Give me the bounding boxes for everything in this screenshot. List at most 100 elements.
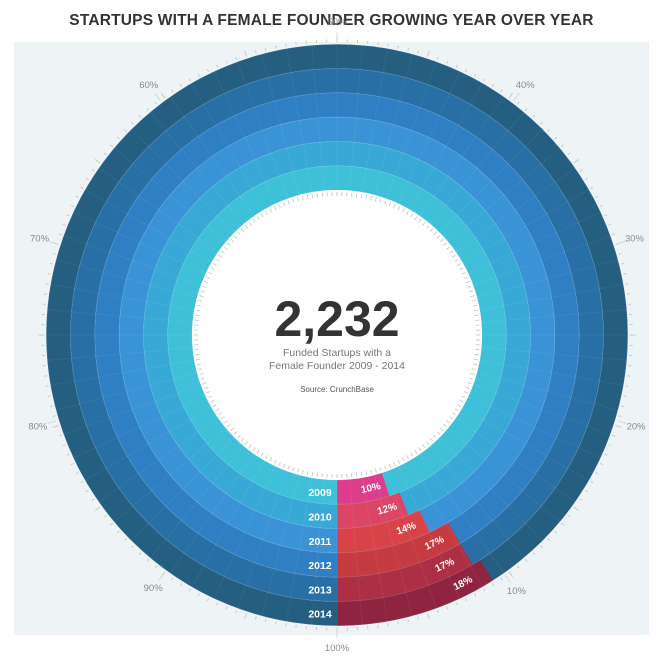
outer-tick (625, 283, 629, 285)
inner-tick (355, 472, 358, 477)
outer-tick (579, 169, 583, 172)
year-label-2013: 2013 (308, 584, 332, 596)
outer-tick (161, 93, 166, 99)
outer-tick (265, 619, 267, 623)
outer-tick (206, 597, 210, 602)
outer-tick (110, 522, 113, 526)
outer-tick (80, 186, 84, 189)
outer-tick (66, 214, 70, 217)
center-big-number: 2,232 (274, 291, 399, 347)
outer-tick (52, 425, 59, 428)
outer-tick (123, 129, 127, 132)
outer-tick (491, 83, 495, 87)
outer-tick (612, 434, 616, 437)
outer-tick (608, 444, 612, 447)
outer-tick (417, 616, 419, 620)
inner-tick (195, 353, 200, 356)
outer-tick (62, 223, 66, 226)
scale-label-90: 90% (144, 583, 164, 594)
outer-tick (567, 152, 571, 156)
outer-tick (235, 56, 238, 60)
scale-label-70: 70% (30, 233, 50, 244)
outer-tick (516, 101, 520, 105)
outer-tick (387, 43, 389, 47)
outer-tick (116, 136, 120, 140)
outer-tick (91, 169, 95, 172)
outer-tick (52, 415, 56, 417)
scale-leader-80 (47, 420, 57, 424)
outer-tick (608, 223, 612, 226)
outer-tick (154, 101, 158, 105)
outer-tick (285, 623, 287, 627)
scale-leader-70 (48, 241, 58, 245)
scale-leader-20 (617, 420, 627, 424)
outer-tick (123, 538, 127, 541)
outer-tick (75, 195, 79, 198)
outer-tick (52, 253, 56, 255)
outer-tick (407, 47, 409, 51)
outer-tick (244, 50, 247, 57)
outer-tick (407, 619, 409, 623)
outer-tick (45, 283, 49, 285)
outer-tick (427, 50, 430, 57)
center-source: Source: CrunchBase (300, 385, 374, 394)
outer-tick (599, 204, 604, 208)
outer-tick (235, 610, 238, 614)
outer-tick (255, 616, 257, 620)
scale-label-60: 60% (139, 80, 159, 91)
outer-tick (255, 50, 257, 54)
outer-tick (540, 121, 543, 125)
center-subtitle-line2: Female Founder 2009 - 2014 (269, 360, 405, 372)
outer-tick (66, 453, 70, 456)
outer-tick (47, 395, 51, 397)
outer-tick (171, 577, 174, 581)
outer-tick (599, 462, 604, 466)
outer-tick (446, 606, 449, 610)
outer-tick (464, 68, 468, 73)
outer-tick (179, 583, 183, 587)
outer-tick (604, 453, 608, 456)
outer-tick (131, 121, 134, 125)
outer-tick (138, 114, 142, 118)
outer-tick (491, 583, 495, 587)
outer-tick (547, 538, 551, 541)
outer-tick (500, 89, 503, 93)
scale-label-100: 100% (325, 643, 350, 654)
outer-tick (225, 606, 228, 610)
outer-tick (179, 83, 183, 87)
outer-tick (567, 514, 571, 518)
scale-leader-10 (505, 575, 512, 584)
outer-tick (49, 405, 53, 407)
outer-tick (265, 47, 267, 51)
outer-tick (455, 64, 458, 68)
outer-tick (579, 498, 583, 501)
outer-tick (483, 588, 486, 592)
outer-tick (171, 89, 174, 93)
outer-tick (623, 395, 627, 397)
scale-leader-40 (513, 92, 520, 101)
scale-leader-90 (158, 572, 165, 581)
outer-tick (508, 93, 513, 99)
outer-tick (464, 597, 468, 602)
outer-tick (417, 50, 419, 54)
radial-chart: 10% 20% 30% 40% 50% 60% 70% 80% 90% 100% 2009 2010 2… (28, 17, 646, 654)
outer-tick (524, 108, 528, 111)
outer-tick (197, 73, 200, 77)
outer-tick (455, 602, 458, 606)
inner-tick (474, 314, 479, 317)
inner-tick (355, 193, 358, 198)
outer-tick (547, 129, 551, 132)
outer-tick (474, 593, 477, 597)
outer-tick (590, 481, 594, 484)
outer-tick (154, 565, 158, 569)
scale-label-80: 80% (28, 421, 48, 432)
outer-tick (91, 498, 95, 501)
outer-tick (532, 114, 536, 118)
outer-tick (615, 425, 622, 428)
outer-tick (188, 78, 191, 82)
outer-tick (244, 613, 247, 620)
outer-tick (508, 571, 513, 577)
outer-tick (197, 593, 200, 597)
outer-tick (103, 152, 107, 156)
outer-tick (500, 577, 503, 581)
